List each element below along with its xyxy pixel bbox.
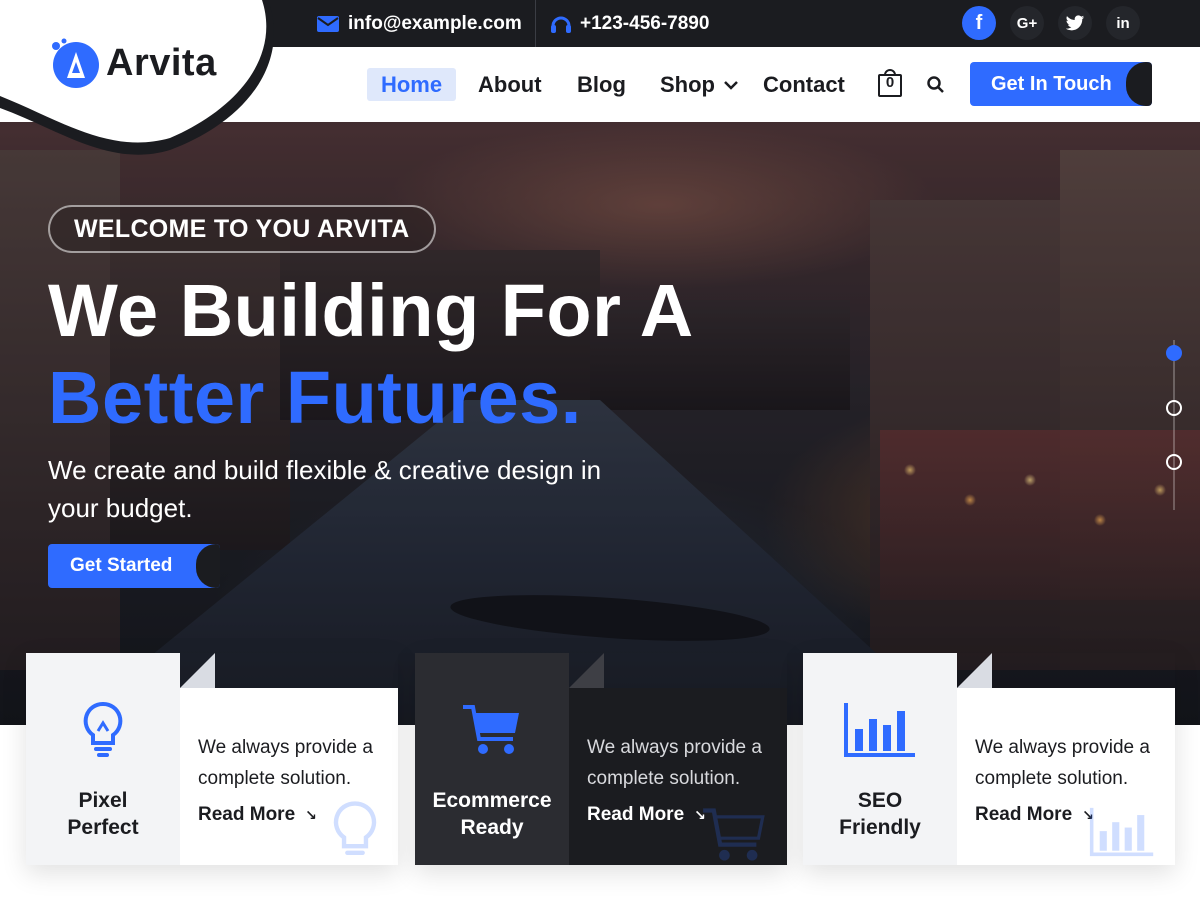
- slider-dot-1[interactable]: [1166, 345, 1182, 361]
- feature-title-line2: Perfect: [67, 816, 139, 839]
- logo-mark-icon: [52, 38, 99, 88]
- linkedin-glyph: in: [1116, 14, 1130, 32]
- hero-headline-line1: We Building For A: [48, 269, 694, 352]
- linkedin-icon[interactable]: in: [1106, 6, 1140, 40]
- feature-card-right: We always provide a complete solution. R…: [957, 688, 1175, 865]
- envelope-icon: [317, 15, 339, 32]
- read-more-link[interactable]: Read More ↘: [198, 804, 317, 826]
- lightbulb-ghost-icon: [333, 801, 377, 855]
- email-link[interactable]: info@example.com: [316, 0, 522, 47]
- feature-card-pixel-perfect: Pixel Perfect We always provide a comple…: [26, 653, 398, 865]
- feature-card-seo-friendly: SEO Friendly We always provide a complet…: [803, 653, 1175, 865]
- get-started-label: Get Started: [70, 555, 173, 576]
- feature-desc: We always provide a complete solution.: [587, 737, 762, 789]
- twitter-icon[interactable]: [1058, 6, 1092, 40]
- nav-about[interactable]: About: [478, 68, 542, 101]
- read-more-link[interactable]: Read More ↘: [587, 804, 706, 826]
- get-started-button[interactable]: Get Started: [48, 544, 220, 588]
- slider-dot-2[interactable]: [1166, 400, 1182, 416]
- get-in-touch-label: Get In Touch: [991, 72, 1112, 95]
- nav-contact[interactable]: Contact: [763, 68, 845, 101]
- shopping-cart-icon: [463, 705, 519, 754]
- cart-ghost-icon: [703, 808, 765, 861]
- phone-text: +123-456-7890: [580, 12, 710, 34]
- card-fold: [180, 653, 215, 688]
- lightbulb-icon: [83, 701, 123, 757]
- headset-icon: [551, 16, 571, 33]
- facebook-glyph: f: [975, 11, 983, 34]
- nav-blog[interactable]: Blog: [577, 68, 626, 101]
- feature-title-line1: SEO: [857, 789, 903, 812]
- feature-card-left: Pixel Perfect: [26, 653, 180, 865]
- topbar-divider: [535, 0, 536, 47]
- feature-title-line1: Pixel: [78, 789, 128, 812]
- feature-title: Ecommerce Ready: [432, 787, 551, 841]
- feature-card-left: Ecommerce Ready: [415, 653, 569, 865]
- feature-title: SEO Friendly: [839, 787, 921, 841]
- feature-desc: We always provide a complete solution.: [975, 737, 1150, 789]
- search-icon[interactable]: [926, 75, 946, 95]
- nav-shop[interactable]: Shop: [660, 68, 739, 101]
- get-in-touch-button[interactable]: Get In Touch: [970, 62, 1152, 106]
- hero-headline-line2: Better Futures.: [48, 356, 582, 439]
- feature-title-line1: Ecommerce: [432, 789, 552, 812]
- hero-subtext: We create and build flexible & creative …: [48, 455, 602, 523]
- arrow-down-right-icon: ↘: [305, 806, 317, 823]
- feature-title-line2: Friendly: [839, 816, 921, 839]
- google-plus-glyph: G+: [1016, 14, 1038, 32]
- twitter-bird-icon: [1065, 14, 1085, 30]
- bar-chart-icon: [844, 703, 915, 757]
- read-more-link[interactable]: Read More ↘: [975, 804, 1094, 826]
- feature-card-right: We always provide a complete solution. R…: [180, 688, 398, 865]
- google-plus-icon[interactable]: G+: [1010, 6, 1044, 40]
- bar-chart-ghost-icon: [1089, 807, 1154, 857]
- feature-title: Pixel Perfect: [67, 787, 138, 841]
- card-fold: [569, 653, 604, 688]
- feature-title-line2: Ready: [460, 816, 524, 839]
- read-more-label: Read More: [587, 804, 685, 825]
- read-more-label: Read More: [198, 804, 296, 825]
- cart-count: 0: [885, 74, 895, 91]
- card-fold: [957, 653, 992, 688]
- welcome-badge: WELCOME TO YOU ARVITA: [48, 205, 436, 253]
- nav-shop-label: Shop: [660, 71, 715, 97]
- slider-dot-3[interactable]: [1166, 454, 1182, 470]
- cart-icon[interactable]: 0: [877, 68, 903, 98]
- slider-track: [1173, 340, 1175, 510]
- feature-card-left: SEO Friendly: [803, 653, 957, 865]
- facebook-icon[interactable]: f: [962, 6, 996, 40]
- read-more-label: Read More: [975, 804, 1073, 825]
- logo-text: Arvita: [106, 41, 217, 84]
- feature-desc: We always provide a complete solution.: [198, 737, 373, 789]
- email-text: info@example.com: [348, 12, 522, 34]
- feature-card-right: We always provide a complete solution. R…: [569, 688, 787, 865]
- nav-home[interactable]: Home: [367, 68, 456, 101]
- phone-link[interactable]: +123-456-7890: [550, 0, 709, 47]
- feature-card-ecommerce-ready: Ecommerce Ready We always provide a comp…: [415, 653, 787, 865]
- site-logo[interactable]: Arvita: [48, 36, 217, 90]
- chevron-down-icon: [724, 80, 738, 90]
